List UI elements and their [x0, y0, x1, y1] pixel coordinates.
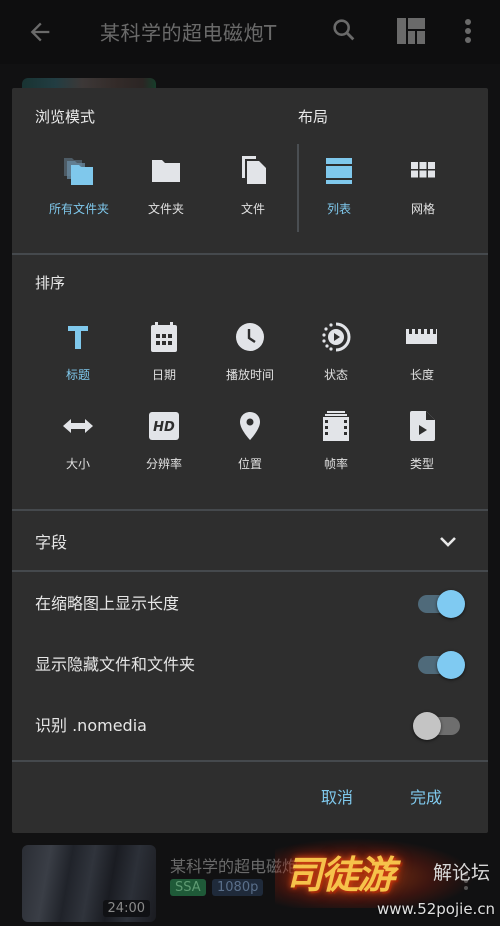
- fields-label: 字段: [35, 533, 68, 552]
- clock-icon: [236, 323, 264, 351]
- option-label: 位置: [237, 457, 262, 471]
- watermark-logo: 司徒游: [285, 853, 395, 897]
- folder-icon: [152, 160, 180, 182]
- option-label: 日期: [151, 368, 176, 382]
- page-title: 某科学的超电磁炮T: [100, 21, 277, 45]
- browse-mode-title: 浏览模式: [35, 108, 96, 126]
- switch-knob: [437, 590, 465, 618]
- switch-knob: [437, 651, 465, 679]
- sort-option-resolution[interactable]: HD 分辨率: [119, 409, 209, 472]
- layout-title: 布局: [298, 108, 329, 126]
- toggle-row-show-length[interactable]: 在缩略图上显示长度: [12, 572, 488, 632]
- location-icon: [240, 412, 260, 440]
- watermark-url: www.52pojie.cn: [377, 900, 496, 918]
- video-thumbnail: 24:00: [22, 845, 156, 922]
- show-length-switch[interactable]: [415, 590, 465, 618]
- chevron-down-icon[interactable]: [436, 530, 460, 554]
- all-folders-icon: [64, 158, 93, 185]
- watermark: 司徒游 解论坛 www.52pojie.cn: [275, 838, 496, 924]
- sort-option-date[interactable]: 日期: [119, 320, 209, 383]
- sort-option-status[interactable]: 状态: [291, 320, 381, 383]
- title-icon: [68, 326, 88, 349]
- option-label: 列表: [326, 202, 351, 216]
- app-bar: 某科学的超电磁炮T: [0, 0, 500, 64]
- more-vert-icon[interactable]: [460, 16, 476, 46]
- toggle-label: 在缩略图上显示长度: [35, 594, 180, 613]
- sort-title: 排序: [35, 274, 66, 292]
- calendar-icon: [151, 322, 177, 352]
- option-label: 文件夹: [147, 202, 184, 216]
- duration-label: 24:00: [102, 900, 150, 917]
- fields-expander[interactable]: 字段: [12, 511, 488, 571]
- option-label: 标题: [65, 368, 90, 382]
- option-label: 长度: [409, 368, 434, 382]
- toggle-row-nomedia[interactable]: 识别 .nomedia: [12, 694, 488, 754]
- divider: [12, 760, 488, 762]
- option-label: 文件: [240, 202, 265, 216]
- cancel-button[interactable]: 取消: [321, 784, 353, 808]
- svg-text:HD: HD: [153, 420, 175, 435]
- search-icon[interactable]: [330, 16, 358, 44]
- size-arrows-icon: [63, 419, 93, 433]
- layout-option-grid[interactable]: 网格: [378, 154, 468, 217]
- option-label: 大小: [65, 457, 90, 471]
- layout-icon[interactable]: [396, 17, 426, 45]
- done-button[interactable]: 完成: [410, 784, 442, 808]
- option-label: 所有文件夹: [48, 202, 109, 216]
- files-icon: [242, 156, 266, 184]
- grid-icon: [411, 162, 435, 178]
- toggle-row-show-hidden[interactable]: 显示隐藏文件和文件夹: [12, 633, 488, 693]
- toggle-label: 识别 .nomedia: [35, 716, 147, 735]
- option-label: 类型: [409, 457, 434, 471]
- arrow-back-icon[interactable]: [26, 18, 54, 46]
- ruler-icon: [406, 329, 437, 344]
- layout-option-list[interactable]: 列表: [294, 154, 384, 217]
- option-label: 播放时间: [225, 368, 274, 382]
- sort-option-play-time[interactable]: 播放时间: [205, 320, 295, 383]
- sort-option-length[interactable]: 长度: [377, 320, 467, 383]
- option-label: 网格: [410, 202, 435, 216]
- resolution-badge: 1080p: [212, 879, 264, 896]
- show-hidden-switch[interactable]: [415, 651, 465, 679]
- sort-option-size[interactable]: 大小: [33, 409, 123, 472]
- hd-icon: HD: [149, 412, 179, 440]
- view-options-dialog: 浏览模式 布局 所有文件夹 文件夹 文件 列表 网格 排序 标题 日期 播放时间…: [12, 88, 488, 833]
- sort-option-frame-rate[interactable]: 帧率: [291, 409, 381, 472]
- watermark-forum: 解论坛: [433, 862, 491, 884]
- sort-option-title[interactable]: 标题: [33, 320, 123, 383]
- status-icon: [322, 322, 351, 352]
- browse-option-folders[interactable]: 文件夹: [121, 154, 211, 217]
- option-label: 分辨率: [145, 457, 182, 471]
- video-file-icon: [410, 411, 435, 441]
- option-label: 状态: [323, 368, 348, 382]
- option-label: 帧率: [323, 457, 348, 471]
- list-icon: [326, 158, 352, 184]
- divider: [12, 253, 488, 255]
- sort-option-type[interactable]: 类型: [377, 409, 467, 472]
- film-icon: [323, 411, 349, 441]
- browse-option-all-folders[interactable]: 所有文件夹: [34, 154, 124, 217]
- switch-knob: [413, 712, 441, 740]
- nomedia-switch[interactable]: [413, 712, 463, 740]
- browse-option-files[interactable]: 文件: [208, 154, 298, 217]
- sort-option-location[interactable]: 位置: [205, 409, 295, 472]
- toggle-label: 显示隐藏文件和文件夹: [35, 655, 196, 674]
- subtitle-badge: SSA: [170, 879, 206, 896]
